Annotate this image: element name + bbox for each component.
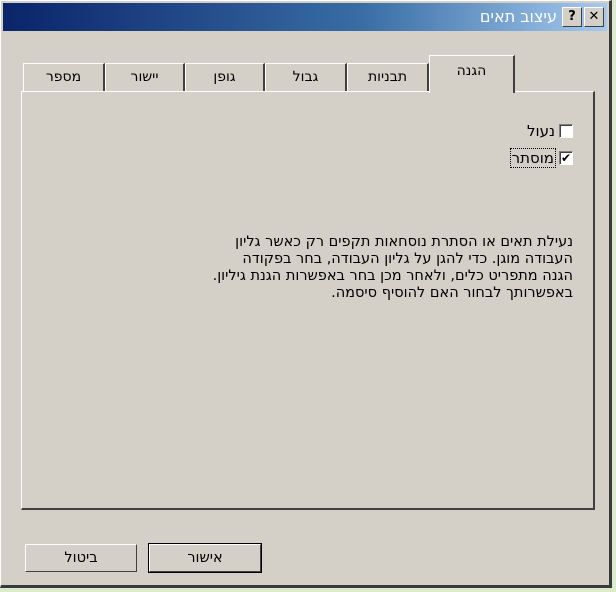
protection-description: נעילת תאים או הסתרת נוסחאות תקפים רק כאש… [133,234,573,302]
description-line: הגנה מתפריט כלים, ולאחר מכן בחר באפשרות … [212,268,573,284]
description-line: העבודה מוגן. כדי להגן על גליון העבודה, ב… [242,251,573,267]
hidden-checkbox[interactable] [559,151,573,165]
locked-checkbox[interactable] [559,124,573,138]
hidden-checkbox-row[interactable]: מוסתר [509,148,573,168]
tab-font[interactable]: גופן [185,63,265,91]
description-line: נעילת תאים או הסתרת נוסחאות תקפים רק כאש… [235,234,573,250]
window-title: עיצוב תאים [479,7,557,26]
tab-label: גופן [213,69,236,85]
hidden-label: מוסתר [509,148,557,168]
cancel-button[interactable]: ביטול [25,544,137,572]
tab-label: מספר [45,69,82,85]
description-line: באפשרותך לבחור האם להוסיף סיסמה. [331,285,573,301]
ok-button[interactable]: אישור [148,543,262,573]
protection-panel: נעול מוסתר נעילת תאים או הסתרת נוסחאות ת… [21,91,595,510]
tab-label: גבול [292,69,319,85]
tab-alignment[interactable]: יישור [105,63,185,91]
close-icon[interactable] [584,7,604,27]
tab-number[interactable]: מספר [23,63,105,91]
title-bar[interactable]: עיצוב תאים [3,3,607,31]
tab-label: הגנה [456,63,487,79]
tab-label: יישור [130,69,159,85]
tab-label: תבניות [367,69,408,85]
help-icon[interactable] [562,7,582,27]
tab-patterns[interactable]: תבניות [347,63,429,91]
format-cells-dialog: עיצוב תאים מספר יישור גופן גבול תבניות ה… [0,0,612,588]
tab-protection[interactable]: הגנה [429,55,515,93]
locked-label: נעול [526,122,555,140]
tab-border[interactable]: גבול [265,63,347,91]
locked-checkbox-row[interactable]: נעול [527,122,573,140]
